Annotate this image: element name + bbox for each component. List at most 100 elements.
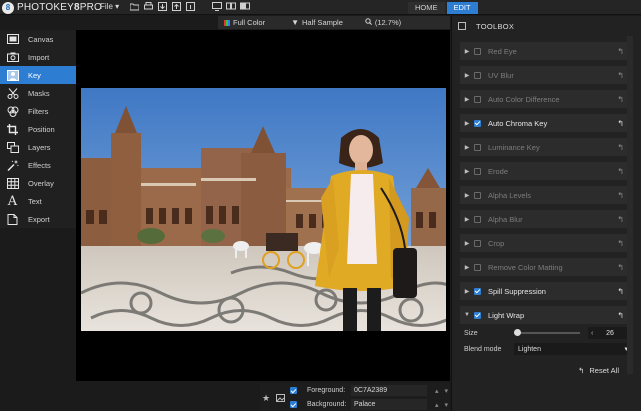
undo-icon[interactable]: ↰	[617, 215, 624, 224]
foreground-checkbox[interactable]	[290, 387, 297, 394]
sidebar-item-filters[interactable]: Filters	[0, 102, 76, 120]
reset-all-button[interactable]: ↰ Reset All	[578, 366, 619, 375]
tool-alpha-blur[interactable]: ▶ Alpha Blur ↰	[460, 210, 632, 228]
sidebar-item-key[interactable]: Key	[0, 66, 76, 84]
tool-checkbox[interactable]	[474, 311, 481, 319]
tool-checkbox[interactable]	[474, 143, 481, 151]
tool-checkbox[interactable]	[474, 47, 481, 55]
undo-icon[interactable]: ↰	[617, 191, 624, 200]
color-mode-label: Full Color	[233, 18, 266, 27]
tool-checkbox[interactable]	[474, 71, 481, 79]
sidebar-item-canvas[interactable]: Canvas	[0, 30, 76, 48]
app-logo: 8 PHOTOKEY8PRO	[2, 1, 102, 14]
toolbox-scrollbar[interactable]	[627, 36, 633, 374]
file-menu[interactable]: File ▾	[100, 2, 119, 11]
tool-checkbox[interactable]	[474, 287, 481, 295]
tool-alpha-levels[interactable]: ▶ Alpha Levels ↰	[460, 186, 632, 204]
tab-home[interactable]: HOME	[408, 2, 445, 14]
compare-icon[interactable]	[226, 2, 236, 12]
chevron-right-icon[interactable]: ▶	[460, 72, 474, 79]
tool-crop[interactable]: ▶ Crop ↰	[460, 234, 632, 252]
tool-remove-color-matting[interactable]: ▶ Remove Color Matting ↰	[460, 258, 632, 276]
undo-icon[interactable]: ↰	[617, 263, 624, 272]
undo-icon[interactable]: ↰	[617, 119, 624, 128]
chevron-right-icon[interactable]: ▶	[460, 48, 474, 55]
background-field[interactable]: Palace	[351, 399, 427, 410]
chevron-up-icon[interactable]: ▴	[435, 401, 439, 409]
tool-erode[interactable]: ▶ Erode ↰	[460, 162, 632, 180]
tool-label: Luminance Key	[488, 142, 540, 152]
sidebar-item-label: Layers	[28, 142, 51, 152]
tool-luminance-key[interactable]: ▶ Luminance Key ↰	[460, 138, 632, 156]
undo-icon[interactable]: ↰	[617, 167, 624, 176]
tool-auto-chroma-key[interactable]: ▶ Auto Chroma Key ↰	[460, 114, 632, 132]
tool-red-eye[interactable]: ▶ Red Eye ↰	[460, 42, 632, 60]
sidebar-item-import[interactable]: Import	[0, 48, 76, 66]
chevron-right-icon[interactable]: ▶	[460, 264, 474, 271]
blend-mode-select[interactable]: Lighten ▾	[514, 343, 632, 355]
tab-edit[interactable]: EDIT	[446, 2, 478, 14]
chevron-right-icon[interactable]: ▶	[460, 192, 474, 199]
chevron-down-icon[interactable]: ▾	[445, 401, 449, 409]
tool-label: Spill Suppression	[488, 286, 546, 296]
chevron-right-icon[interactable]: ▶	[460, 288, 474, 295]
tool-checkbox[interactable]	[474, 239, 481, 247]
composite-photo[interactable]	[81, 88, 446, 331]
chevron-right-icon[interactable]: ▶	[460, 120, 474, 127]
sidebar-item-masks[interactable]: Masks	[0, 84, 76, 102]
folder-icon[interactable]	[129, 2, 140, 12]
chevron-right-icon[interactable]: ▶	[460, 216, 474, 223]
zoom-dropdown[interactable]: (12.7%)	[359, 18, 407, 27]
chevron-left-icon[interactable]: ‹	[591, 330, 593, 337]
wand-icon	[6, 159, 19, 171]
size-value[interactable]: 26	[606, 330, 614, 337]
undo-icon[interactable]: ↰	[617, 143, 624, 152]
tool-spill-suppression[interactable]: ▶ Spill Suppression ↰	[460, 282, 632, 300]
tool-checkbox[interactable]	[474, 95, 481, 103]
chevron-right-icon[interactable]: ▶	[460, 144, 474, 151]
undo-icon[interactable]: ↰	[617, 47, 624, 56]
chevron-right-icon[interactable]: ▶	[460, 240, 474, 247]
foreground-field[interactable]: 0C7A2389	[351, 385, 427, 396]
tool-label: Red Eye	[488, 46, 517, 56]
tool-label: UV Blur	[488, 70, 514, 80]
sidebar-item-layers[interactable]: Layers	[0, 138, 76, 156]
undo-icon[interactable]: ↰	[617, 95, 624, 104]
download-icon[interactable]	[158, 2, 167, 12]
size-slider[interactable]	[514, 329, 580, 336]
split-view-icon[interactable]	[240, 2, 250, 12]
tool-checkbox[interactable]	[474, 215, 481, 223]
chevron-right-icon[interactable]: ▶	[460, 168, 474, 175]
tool-checkbox[interactable]	[474, 167, 481, 175]
size-label: Size	[464, 329, 478, 337]
print-icon[interactable]	[144, 2, 153, 12]
undo-icon[interactable]: ↰	[617, 71, 624, 80]
sidebar-item-export[interactable]: Export	[0, 210, 76, 228]
chevron-up-icon[interactable]: ▴	[435, 387, 439, 395]
sidebar-item-overlay[interactable]: Overlay	[0, 174, 76, 192]
tool-checkbox[interactable]	[474, 263, 481, 271]
info-icon[interactable]	[186, 2, 195, 12]
chevron-right-icon[interactable]: ▶	[460, 96, 474, 103]
sample-mode-dropdown[interactable]: ▼ Half Sample	[285, 18, 349, 27]
undo-icon[interactable]: ↰	[617, 287, 624, 296]
color-mode-dropdown[interactable]: Full Color	[218, 18, 271, 27]
chevron-down-icon[interactable]: ▼	[460, 312, 474, 318]
sidebar-item-text[interactable]: A Text	[0, 192, 76, 210]
size-stepper[interactable]: ‹ 26 ›	[588, 327, 632, 339]
tool-uv-blur[interactable]: ▶ UV Blur ↰	[460, 66, 632, 84]
chevron-down-icon[interactable]: ▾	[445, 387, 449, 395]
tool-checkbox[interactable]	[474, 191, 481, 199]
background-checkbox[interactable]	[290, 401, 297, 408]
size-slider-handle[interactable]	[514, 329, 522, 336]
upload-icon[interactable]	[172, 2, 181, 12]
undo-icon[interactable]: ↰	[617, 311, 624, 320]
crop-icon	[6, 123, 19, 135]
sidebar-item-effects[interactable]: Effects	[0, 156, 76, 174]
tool-checkbox[interactable]	[474, 119, 481, 127]
undo-icon[interactable]: ↰	[617, 239, 624, 248]
sidebar-item-position[interactable]: Position	[0, 120, 76, 138]
tool-light-wrap[interactable]: ▼ Light Wrap ↰	[460, 306, 632, 324]
monitor-icon[interactable]	[212, 2, 222, 12]
tool-auto-color-difference[interactable]: ▶ Auto Color Difference ↰	[460, 90, 632, 108]
